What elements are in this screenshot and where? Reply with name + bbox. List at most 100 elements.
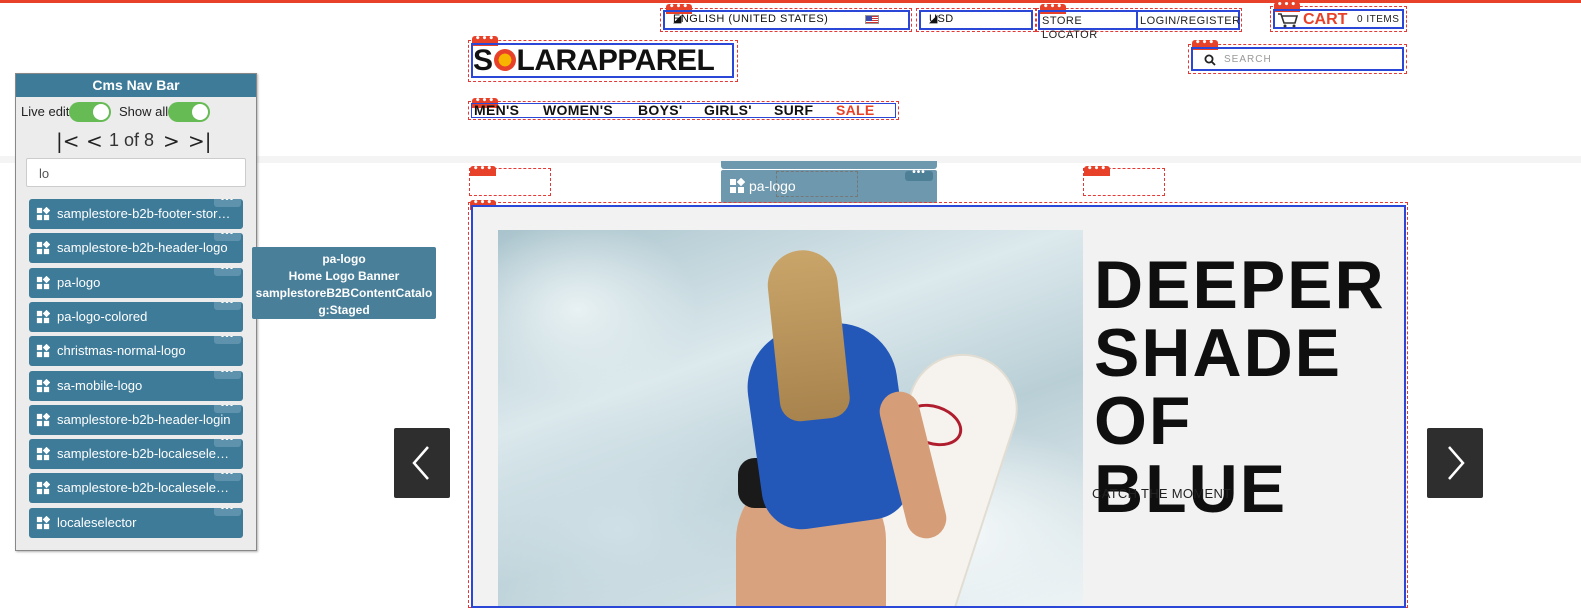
cms-nav-bar: Cms Nav Bar Live edit Show all |< < 1 of… bbox=[15, 73, 257, 551]
cms-list-item-label: pa-logo-colored bbox=[57, 308, 148, 324]
nav-item-sale[interactable]: SALE bbox=[836, 103, 875, 118]
tooltip-name: pa-logo bbox=[322, 252, 366, 266]
cart-icon bbox=[1278, 13, 1299, 28]
cms-list-item[interactable]: samplestore-b2b-header-login ••• bbox=[29, 404, 243, 435]
login-register-link-box[interactable]: LOGIN/REGISTER bbox=[1136, 10, 1240, 30]
cms-list-item-label: localeselector bbox=[57, 514, 137, 530]
cms-list-item-label: christmas-normal-logo bbox=[57, 343, 186, 359]
page-indicator: 1 of 8 bbox=[109, 130, 155, 150]
component-icon bbox=[36, 207, 50, 221]
cms-list-item-label: sa-mobile-logo bbox=[57, 377, 143, 393]
site-logo[interactable]: S LARAPPAREL bbox=[471, 43, 734, 78]
cms-nav-bar-title[interactable]: Cms Nav Bar bbox=[16, 74, 256, 97]
item-menu-icon[interactable]: ••• bbox=[214, 507, 241, 516]
cms-list-item-label: pa-logo bbox=[57, 274, 101, 290]
cms-list-item[interactable]: samplestore-b2b-header-logo ••• bbox=[29, 233, 243, 264]
live-edit-toggle[interactable] bbox=[69, 102, 111, 122]
carousel-prev-button[interactable] bbox=[394, 428, 450, 498]
slot-tag[interactable]: ••• bbox=[470, 165, 496, 176]
cms-list-item[interactable]: samplestore-b2b-localeselector ••• bbox=[29, 439, 243, 470]
tooltip-catalog: samplestoreB2BContentCatalog:Staged bbox=[255, 286, 433, 317]
cms-list-item-label: samplestore-b2b-localeselector-2 bbox=[57, 480, 235, 496]
tooltip-description: Home Logo Banner bbox=[288, 269, 400, 283]
cms-list-item-label: samplestore-b2b-header-logo bbox=[57, 240, 228, 256]
cms-search-input[interactable]: lo bbox=[26, 158, 246, 187]
component-icon bbox=[730, 178, 745, 193]
sun-icon bbox=[493, 49, 516, 72]
last-page-button[interactable]: >| bbox=[188, 129, 212, 153]
chevron-right-icon bbox=[1448, 446, 1465, 480]
search-input[interactable]: SEARCH bbox=[1191, 47, 1404, 71]
item-menu-icon[interactable]: ••• bbox=[214, 233, 241, 242]
show-all-toggle[interactable] bbox=[168, 102, 210, 122]
login-register-link[interactable]: LOGIN/REGISTER bbox=[1140, 14, 1241, 28]
caret-down-icon: ◢ bbox=[929, 13, 938, 25]
item-menu-icon[interactable]: ••• bbox=[214, 404, 241, 413]
search-placeholder: SEARCH bbox=[1224, 54, 1272, 65]
cms-list-item-label: samplestore-b2b-localeselector bbox=[57, 446, 235, 462]
caret-down-icon: ◢ bbox=[673, 13, 682, 25]
nav-item-womens[interactable]: WOMEN'S bbox=[543, 103, 613, 118]
component-tooltip: pa-logo Home Logo Banner samplestoreB2BC… bbox=[252, 247, 436, 319]
item-menu-icon[interactable]: ••• bbox=[214, 439, 241, 448]
component-icon bbox=[36, 344, 50, 358]
cms-list-item[interactable]: christmas-normal-logo ••• bbox=[29, 336, 243, 367]
first-page-button[interactable]: |< bbox=[56, 129, 80, 153]
main-navigation bbox=[471, 103, 896, 118]
component-icon bbox=[36, 481, 50, 495]
next-page-button[interactable]: > bbox=[163, 129, 180, 153]
drop-slot bbox=[776, 171, 858, 197]
cms-list-item[interactable]: pa-logo-colored ••• bbox=[29, 301, 243, 332]
item-menu-icon[interactable]: ••• bbox=[214, 336, 241, 345]
item-menu-icon[interactable]: ••• bbox=[214, 370, 241, 379]
prev-page-button[interactable]: < bbox=[86, 129, 103, 153]
store-locator-link-box[interactable]: STORE LOCATOR bbox=[1038, 10, 1138, 41]
language-selector[interactable]: ENGLISH (UNITED STATES) ◢ bbox=[663, 10, 910, 30]
top-accent-line bbox=[0, 0, 1581, 3]
banner-headline: DEEPER SHADE OF BLUE bbox=[1094, 247, 1386, 527]
banner-tagline: CATCH THE MOMENT bbox=[1092, 486, 1232, 501]
drag-ghost-tab bbox=[721, 161, 937, 169]
item-menu-icon[interactable]: ••• bbox=[214, 199, 241, 207]
show-all-label: Show all bbox=[119, 104, 169, 119]
nav-item-surf[interactable]: SURF bbox=[774, 103, 813, 118]
item-menu-icon[interactable]: ••• bbox=[214, 473, 241, 482]
nav-item-boys[interactable]: BOYS' bbox=[638, 103, 683, 118]
language-value: ENGLISH (UNITED STATES) bbox=[673, 13, 829, 25]
hero-image bbox=[498, 230, 1083, 606]
cms-list-item[interactable]: localeselector ••• bbox=[29, 507, 243, 538]
hero-banner[interactable]: DEEPER SHADE OF BLUE CATCH THE MOMENT bbox=[471, 205, 1406, 608]
cms-list-item-label: samplestore-b2b-header-login bbox=[57, 411, 231, 427]
component-icon bbox=[36, 309, 50, 324]
search-icon bbox=[1204, 54, 1216, 66]
flag-us-icon bbox=[865, 15, 879, 24]
component-icon bbox=[36, 275, 50, 289]
component-icon bbox=[36, 412, 50, 426]
logo-text: S LARAPPAREL bbox=[473, 44, 715, 77]
mini-cart[interactable]: CART 0 ITEMS bbox=[1273, 9, 1404, 29]
component-icon bbox=[36, 378, 50, 392]
chevron-left-icon bbox=[412, 446, 429, 480]
cart-label: CART bbox=[1303, 11, 1348, 28]
cms-list-item[interactable]: samplestore-b2b-localeselector-2 ••• bbox=[29, 473, 243, 504]
component-icon bbox=[36, 515, 50, 529]
component-icon bbox=[36, 447, 50, 461]
store-locator-link[interactable]: STORE LOCATOR bbox=[1042, 14, 1136, 42]
logo-rest: LARAPPAREL bbox=[516, 44, 715, 77]
nav-item-mens[interactable]: MEN'S bbox=[474, 103, 519, 118]
nav-item-girls[interactable]: GIRLS' bbox=[704, 103, 752, 118]
cms-list-item[interactable]: samplestore-b2b-footer-storelocator••• bbox=[29, 199, 243, 229]
cms-list-item-label: samplestore-b2b-footer-storelocator bbox=[57, 206, 235, 221]
component-icon bbox=[36, 241, 50, 255]
item-menu-icon[interactable]: ••• bbox=[214, 267, 241, 276]
live-edit-label: Live edit bbox=[21, 104, 70, 119]
component-menu-icon[interactable]: ••• bbox=[905, 168, 933, 181]
cms-list-item[interactable]: sa-mobile-logo ••• bbox=[29, 370, 243, 401]
cms-list-item[interactable]: pa-logo ••• bbox=[29, 267, 243, 298]
carousel-next-button[interactable] bbox=[1427, 428, 1483, 498]
currency-selector[interactable]: USD ◢ bbox=[919, 10, 1033, 30]
cart-item-count: 0 ITEMS bbox=[1357, 14, 1400, 25]
slot-tag[interactable]: ••• bbox=[1084, 165, 1110, 176]
item-menu-icon[interactable]: ••• bbox=[214, 301, 241, 310]
logo-s: S bbox=[473, 44, 493, 77]
